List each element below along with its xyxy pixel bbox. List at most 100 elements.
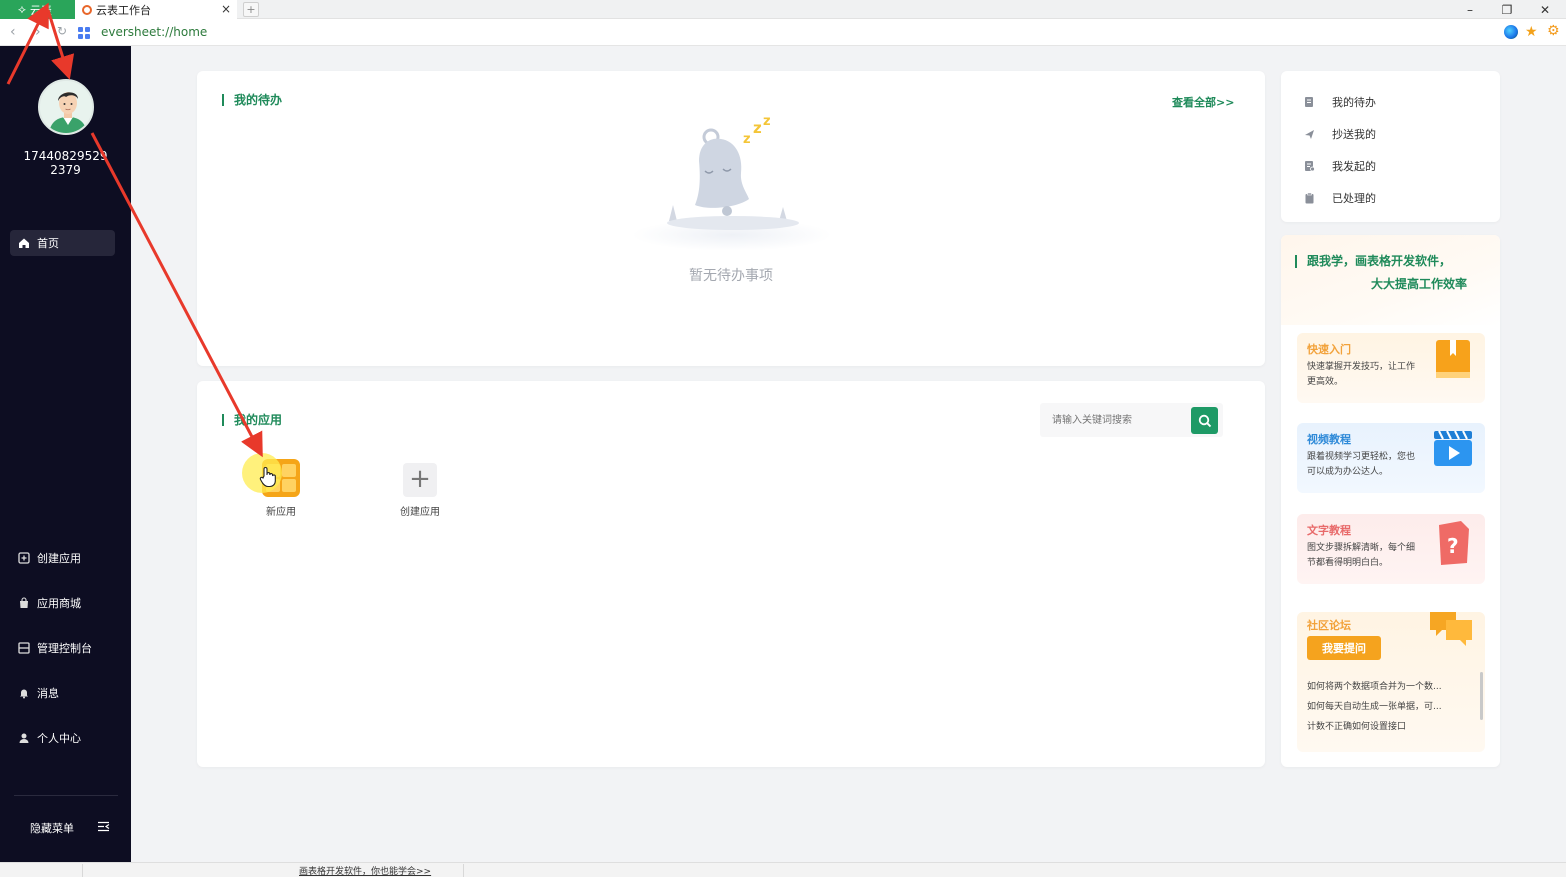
avatar[interactable] <box>38 79 94 135</box>
forum-title: 社区论坛 <box>1307 619 1351 632</box>
store-icon <box>18 597 30 609</box>
sidebar-divider <box>14 795 118 796</box>
app-tile-label: 新应用 <box>266 507 296 518</box>
quick-link-label: 已处理的 <box>1332 192 1376 205</box>
quick-link-label: 我发起的 <box>1332 160 1376 173</box>
learn-item-video[interactable]: 视频教程 跟着视频学习更轻松，您也可以成为办公达人。 <box>1297 423 1485 493</box>
browser-tab-active[interactable]: 云表工作台 × <box>75 0 237 19</box>
app-tile-create-app[interactable]: + 创建应用 <box>380 463 460 518</box>
edge-icon[interactable] <box>1504 25 1518 39</box>
status-divider <box>463 864 464 877</box>
ask-question-button[interactable]: 我要提问 <box>1307 636 1381 660</box>
back-icon[interactable]: ‹ <box>10 24 16 40</box>
forum-question[interactable]: 如何将两个数据项合并为一个数... <box>1307 679 1467 692</box>
app-search-input[interactable] <box>1040 403 1190 437</box>
clipboard-icon <box>1303 192 1315 204</box>
learn-item-title: 文字教程 <box>1307 524 1351 537</box>
favorite-star-icon[interactable]: ★ <box>1525 24 1539 40</box>
hide-menu-button[interactable]: 隐藏菜单 <box>30 820 110 836</box>
sidebar-item-messages[interactable]: 消息 <box>10 680 115 706</box>
new-tab-button[interactable]: + <box>243 2 259 17</box>
sidebar-item-label: 首页 <box>37 237 59 250</box>
sidebar-item-home[interactable]: 首页 <box>10 230 115 256</box>
book-icon <box>1436 340 1470 378</box>
learn-title-line1: 跟我学，画表格开发软件， <box>1295 255 1451 268</box>
close-window-button[interactable]: ✕ <box>1530 0 1560 19</box>
question-doc-icon: ? <box>1439 521 1469 565</box>
quick-link-initiated[interactable]: 我发起的 <box>1303 158 1376 174</box>
svg-text:z: z <box>753 119 762 137</box>
minimize-button[interactable]: – <box>1455 0 1485 19</box>
apps-card: 我的应用 新应用 + 创建应用 <box>197 381 1265 767</box>
sidebar-item-profile[interactable]: 个人中心 <box>10 725 115 751</box>
learn-item-desc: 图文步骤拆解清晰，每个细节都看得明明白白。 <box>1307 543 1416 568</box>
forum-question[interactable]: 如何每天自动生成一张单据，可... <box>1307 699 1467 712</box>
app-tile-label: 创建应用 <box>400 507 440 518</box>
refresh-icon[interactable]: ↻ <box>57 24 67 38</box>
tab-close-icon[interactable]: × <box>221 2 231 16</box>
tab-favicon-icon <box>82 4 92 15</box>
collapse-menu-icon <box>97 821 110 835</box>
learn-item-text[interactable]: 文字教程 图文步骤拆解清晰，每个细节都看得明明白白。 ? <box>1297 514 1485 584</box>
video-play-icon <box>1434 430 1472 466</box>
learn-title-line2: 大大提高工作效率 <box>1371 277 1468 291</box>
learn-item-quick-start[interactable]: 快速入门 快速掌握开发技巧，让工作更高效。 <box>1297 333 1485 403</box>
todo-title: 我的待办 <box>222 94 282 106</box>
search-icon <box>1198 414 1211 427</box>
settings-gear-icon[interactable]: ⚙ <box>1547 23 1561 39</box>
create-app-icon <box>18 552 30 564</box>
forum-question[interactable]: 计数不正确如何设置接口 <box>1307 719 1467 732</box>
app-logo-icon: ⟡ <box>18 2 26 16</box>
forum-section: 社区论坛 我要提问 如何将两个数据项合并为一个数... 如何每天自动生成一张单据… <box>1297 612 1485 752</box>
sidebar-item-label: 创建应用 <box>37 552 81 565</box>
sidebar: 17440829529 2379 首页 创建应用 应用商城 管理控制台 消息 个 <box>0 46 131 862</box>
app-badge-label: 云表 <box>29 3 52 17</box>
todo-card: 我的待办 查看全部>> z z z 暂无待办事项 <box>197 71 1265 366</box>
learn-item-title: 快速入门 <box>1307 343 1351 356</box>
forum-scrollbar[interactable] <box>1480 672 1483 720</box>
quick-link-processed[interactable]: 已处理的 <box>1303 190 1376 206</box>
sidebar-item-app-store[interactable]: 应用商城 <box>10 590 115 616</box>
home-icon <box>18 237 30 249</box>
restore-button[interactable]: ❐ <box>1492 0 1522 19</box>
initiated-doc-icon <box>1303 160 1315 172</box>
apps-grid-icon[interactable] <box>78 27 90 39</box>
todo-doc-icon <box>1303 96 1315 108</box>
url-field[interactable]: eversheet://home <box>101 25 207 39</box>
learn-item-title: 视频教程 <box>1307 433 1351 446</box>
sleeping-bell-illustration: z z z <box>632 114 832 251</box>
quick-link-my-todo[interactable]: 我的待办 <box>1303 94 1376 110</box>
learn-card: 跟我学，画表格开发软件， 大大提高工作效率 快速入门 快速掌握开发技巧，让工作更… <box>1281 235 1500 767</box>
view-all-link[interactable]: 查看全部>> <box>1172 94 1234 110</box>
svg-text:z: z <box>743 132 751 147</box>
browser-tab-bar: ⟡ 云表 云表工作台 × + – ❐ ✕ <box>0 0 1566 19</box>
sidebar-item-label: 个人中心 <box>37 732 81 745</box>
forward-icon[interactable]: › <box>35 24 41 40</box>
app-search-box <box>1040 403 1223 437</box>
bell-icon <box>18 687 30 699</box>
user-avatar-illustration <box>40 81 92 133</box>
quick-link-label: 抄送我的 <box>1332 128 1376 141</box>
status-promo-link[interactable]: 画表格开发软件，你也能学会>> <box>299 864 431 877</box>
svg-text:z: z <box>763 114 771 129</box>
quick-link-cc-me[interactable]: 抄送我的 <box>1303 126 1376 142</box>
search-button[interactable] <box>1191 407 1218 434</box>
address-bar: ‹ › ↻ eversheet://home ★ ⚙ <box>0 19 1566 46</box>
quick-link-label: 我的待办 <box>1332 96 1376 109</box>
sidebar-item-create-app[interactable]: 创建应用 <box>10 545 115 571</box>
user-icon <box>18 732 30 744</box>
sidebar-item-label: 管理控制台 <box>37 642 92 655</box>
tab-title: 云表工作台 <box>96 3 151 17</box>
console-icon <box>18 642 30 654</box>
app-tile-new-app[interactable]: 新应用 <box>241 453 321 518</box>
sidebar-item-console[interactable]: 管理控制台 <box>10 635 115 661</box>
hand-cursor-icon <box>259 467 276 488</box>
app-badge[interactable]: ⟡ 云表 <box>0 0 75 19</box>
plus-icon: + <box>403 463 437 497</box>
status-bar: 画表格开发软件，你也能学会>> <box>0 862 1566 877</box>
send-icon <box>1303 128 1315 140</box>
learn-item-desc: 跟着视频学习更轻松，您也可以成为办公达人。 <box>1307 452 1416 477</box>
svg-text:?: ? <box>1447 534 1459 558</box>
learn-item-desc: 快速掌握开发技巧，让工作更高效。 <box>1307 362 1416 387</box>
sidebar-item-label: 消息 <box>37 687 59 700</box>
